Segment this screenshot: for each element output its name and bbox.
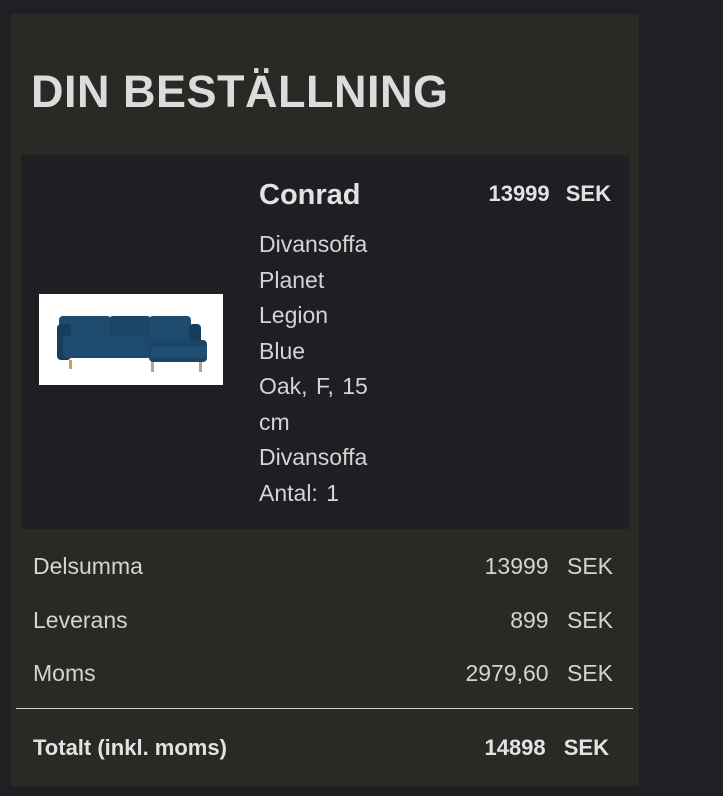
total-divider [16, 708, 633, 709]
subtotal-value: 13999 SEK [484, 553, 613, 579]
order-heading: DIN BESTÄLLNING [31, 66, 449, 117]
item-attribute-list: Divansoffa Planet Legion Blue Oak, F, 15… [259, 227, 419, 511]
item-attribute: Oak, F, 15 [259, 373, 368, 399]
total-label: Totalt (inkl. moms) [33, 735, 227, 760]
item-attribute: Blue [259, 337, 306, 364]
item-attribute: Divansoffa [259, 231, 368, 257]
delivery-value: 899 SEK [510, 607, 613, 633]
item-quantity: Antal: 1 [259, 479, 339, 506]
delivery-label: Leverans [33, 607, 128, 633]
item-attribute: Divansoffa [259, 444, 368, 470]
item-attribute: Legion [259, 302, 329, 328]
order-item-card: Conrad Divansoffa Planet Legion Blue Oak… [21, 155, 629, 529]
item-attribute: cm [259, 408, 290, 435]
order-summary-panel: DIN BESTÄLLNING Conrad Divansoffa Planet… [11, 14, 639, 786]
item-name: Conrad [259, 179, 361, 211]
item-details: Conrad Divansoffa Planet Legion Blue Oak… [259, 177, 419, 511]
item-attribute: Planet [259, 266, 325, 293]
sofa-image-graphic [57, 316, 207, 372]
subtotal-label: Delsumma [33, 553, 143, 579]
vat-label: Moms [33, 660, 96, 686]
total-value: 14898 SEK [484, 735, 609, 760]
vat-value: 2979,60 SEK [465, 660, 613, 686]
sofa-image [39, 294, 223, 385]
item-price: 13999 SEK [488, 181, 611, 206]
